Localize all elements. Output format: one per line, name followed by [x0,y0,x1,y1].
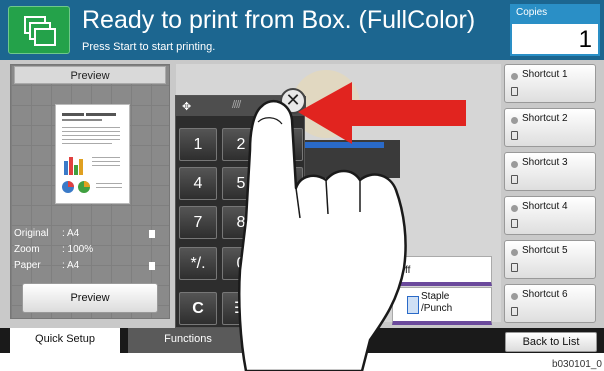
shortcut-1-doc-icon [511,87,518,96]
shortcut-2-doc-icon [511,131,518,140]
preview-button[interactable]: Preview [22,283,158,313]
copies-field[interactable]: Copies 1 [510,4,600,56]
shortcut-4-dot-icon [511,205,518,212]
shortcut-6-label: Shortcut 6 [522,289,568,300]
keypad-grid-icon[interactable]: ☷ [222,292,260,325]
tab-quick-setup[interactable]: Quick Setup [10,328,120,353]
shortcut-3-dot-icon [511,161,518,168]
key-asterisk[interactable]: */. [179,247,217,280]
shortcut-4-button[interactable]: Shortcut 4 [504,196,596,235]
grip-icon: //// [232,99,241,111]
key-hash[interactable]: # [265,247,303,280]
info-original-key: Original [14,228,49,239]
key-9[interactable]: 9 [265,206,303,239]
shortcut-2-button[interactable]: Shortcut 2 [504,108,596,147]
key-6[interactable]: 6 [265,167,303,200]
key-0[interactable]: 0 [222,247,260,280]
shortcut-5-label: Shortcut 5 [522,245,568,256]
home-button[interactable] [8,6,70,54]
key-7[interactable]: 7 [179,206,217,239]
shortcut-1-label: Shortcut 1 [522,69,568,80]
shortcut-1-dot-icon [511,73,518,80]
preview-thumbnail [55,104,130,204]
back-to-list-button[interactable]: Back to List [505,332,597,352]
copies-label: Copies [510,4,600,22]
shortcut-1-button[interactable]: Shortcut 1 [504,64,596,103]
key-2[interactable]: 2 [222,128,260,161]
function-tile-1[interactable]: ff [392,256,492,286]
shortcut-6-dot-icon [511,293,518,300]
staple-punch-tile[interactable]: Staple /Punch [392,287,492,325]
info-original-value: : A4 [62,228,80,239]
tab-program[interactable]: Pr [256,328,326,353]
image-code: b030101_0 [551,359,602,370]
key-clear[interactable]: C [179,292,217,325]
portrait-icon [149,230,155,238]
shortcut-6-button[interactable]: Shortcut 6 [504,284,596,323]
key-1[interactable]: 1 [179,128,217,161]
shortcut-3-doc-icon [511,175,518,184]
page-subtitle: Press Start to start printing. [82,41,216,53]
info-paper-value: : A4 [62,260,80,271]
numeric-keypad: ✥ //// 1 2 3 4 5 6 7 8 9 */. 0 # C ☷ [175,95,306,328]
shortcut-4-doc-icon [511,219,518,228]
info-zoom-value: : 100% [62,244,94,255]
shortcut-4-label: Shortcut 4 [522,201,568,212]
shortcut-5-button[interactable]: Shortcut 5 [504,240,596,279]
preview-tab: Preview [14,66,166,84]
staple-punch-label: Staple /Punch [421,291,453,314]
info-zoom-key: Zoom [14,244,40,255]
key-4[interactable]: 4 [179,167,217,200]
info-original: Original : A4 [14,228,155,239]
shortcut-3-button[interactable]: Shortcut 3 [504,152,596,191]
shortcut-5-dot-icon [511,249,518,256]
function-tile-1-label: ff [405,265,411,276]
page-title: Ready to print from Box. (FullColor) [82,6,476,34]
shortcut-6-doc-icon [511,307,518,316]
copies-value[interactable]: 1 [510,22,600,56]
key-3[interactable]: 3 [265,128,303,161]
shortcut-5-doc-icon [511,263,518,272]
paper-icon [149,262,155,270]
shortcut-2-dot-icon [511,117,518,124]
key-8[interactable]: 8 [222,206,260,239]
staple-punch-icon [407,296,419,314]
key-5[interactable]: 5 [222,167,260,200]
move-icon[interactable]: ✥ [182,100,191,113]
info-paper-key: Paper [14,260,41,271]
shortcut-2-label: Shortcut 2 [522,113,568,124]
home-icon [24,16,56,46]
info-zoom: Zoom : 100% [14,244,93,255]
tab-functions[interactable]: Functions [128,328,248,353]
close-icon[interactable]: ✕ [280,88,306,114]
info-paper: Paper : A4 [14,260,155,271]
shortcut-3-label: Shortcut 3 [522,157,568,168]
